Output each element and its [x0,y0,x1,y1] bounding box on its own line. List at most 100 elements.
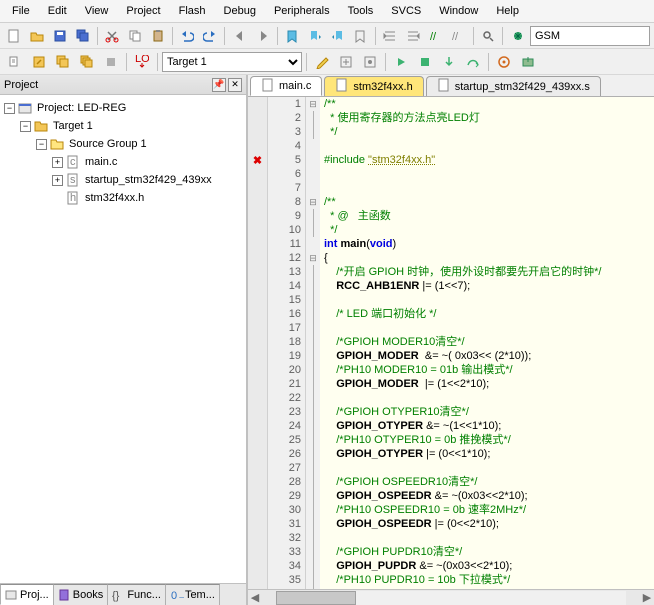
editor-tab[interactable]: stm32f4xx.h [324,76,423,96]
panel-close-button[interactable]: ✕ [228,78,242,92]
code-line[interactable] [324,461,650,475]
file-ext-button[interactable] [335,51,357,73]
menu-edit[interactable]: Edit [40,2,75,20]
code-line[interactable]: */ [324,223,650,237]
tab-functions[interactable]: {}Func... [107,584,166,605]
menu-peripherals[interactable]: Peripherals [266,2,338,20]
fold-margin[interactable]: ⊟⊟⊟ [306,97,320,589]
menu-view[interactable]: View [77,2,117,20]
undo-button[interactable] [177,25,198,47]
find-button[interactable] [478,25,499,47]
new-button[interactable] [4,25,25,47]
collapse-icon[interactable]: − [36,139,47,150]
save-button[interactable] [49,25,70,47]
build-button[interactable] [28,51,50,73]
code-line[interactable]: #include "stm32f4xx.h" [324,153,650,167]
redo-button[interactable] [200,25,221,47]
scroll-left-icon[interactable]: ◀ [248,591,262,605]
batch-build-button[interactable] [76,51,98,73]
uncomment-button[interactable]: // [448,25,469,47]
run-button[interactable] [390,51,412,73]
code-line[interactable]: GPIOH_MODER &= ~( 0x03<< (2*10)); [324,349,650,363]
code-line[interactable]: GPIOH_OSPEEDR &= ~(0x03<<2*10); [324,489,650,503]
code-line[interactable]: /*GPIOH PUPDR10清空*/ [324,545,650,559]
code-line[interactable]: GPIOH_OTYPER |= (0<<1*10); [324,447,650,461]
step-into-button[interactable] [438,51,460,73]
code-line[interactable] [324,139,650,153]
code-line[interactable]: /** [324,97,650,111]
editor-tab[interactable]: startup_stm32f429_439xx.s [426,76,601,96]
code-text[interactable]: /** * 使用寄存器的方法点亮LED灯 */ #include "stm32f4… [320,97,654,589]
code-line[interactable] [324,531,650,545]
menu-tools[interactable]: Tools [340,2,382,20]
menu-flash[interactable]: Flash [171,2,214,20]
step-button[interactable] [414,51,436,73]
copy-button[interactable] [125,25,146,47]
comment-button[interactable]: // [425,25,446,47]
code-line[interactable]: /*GPIOH OTYPER10清空*/ [324,405,650,419]
code-line[interactable]: RCC_AHB1ENR |= (1<<7); [324,279,650,293]
project-tree[interactable]: − Project: LED-REG − Target 1 − Source G… [0,95,246,583]
menu-file[interactable]: File [4,2,38,20]
save-all-button[interactable] [72,25,93,47]
cut-button[interactable] [102,25,123,47]
code-line[interactable]: /*开启 GPIOH 时钟，使用外设时都要先开启它的时钟*/ [324,265,650,279]
open-button[interactable] [27,25,48,47]
bookmark-clear-button[interactable] [350,25,371,47]
nav-forward-button[interactable] [252,25,273,47]
search-input[interactable] [530,26,650,46]
code-line[interactable] [324,181,650,195]
code-line[interactable]: * @ 主函数 [324,209,650,223]
pack-button[interactable] [517,51,539,73]
code-line[interactable] [324,321,650,335]
debug-icon[interactable] [507,25,528,47]
code-line[interactable]: /*PH10 OTYPER10 = 0b 推挽模式*/ [324,433,650,447]
code-line[interactable]: */ [324,125,650,139]
bookmark-button[interactable] [282,25,303,47]
code-editor[interactable]: ✖ 12345678910111213141516171819202122232… [248,97,654,589]
target-options-button[interactable] [311,51,333,73]
paste-button[interactable] [147,25,168,47]
scroll-thumb[interactable] [276,591,356,605]
expand-icon[interactable]: + [52,157,63,168]
menu-svcs[interactable]: SVCS [383,2,429,20]
scroll-right-icon[interactable]: ▶ [640,591,654,605]
code-line[interactable]: /*GPIOH MODER10清空*/ [324,335,650,349]
step-over-button[interactable] [462,51,484,73]
code-line[interactable]: * 使用寄存器的方法点亮LED灯 [324,111,650,125]
expand-icon[interactable]: + [52,175,63,186]
stop-build-button[interactable] [100,51,122,73]
code-line[interactable] [324,391,650,405]
editor-tab[interactable]: main.c [250,76,322,96]
download-button[interactable]: LOAD [131,51,153,73]
error-marker-icon[interactable]: ✖ [248,153,267,167]
menu-help[interactable]: Help [488,2,527,20]
horizontal-scrollbar[interactable]: ◀ ▶ [248,589,654,605]
tree-target[interactable]: − Target 1 [0,117,246,135]
scroll-track[interactable] [276,591,626,605]
bookmark-next-button[interactable] [327,25,348,47]
code-line[interactable]: { [324,251,650,265]
bookmark-prev-button[interactable] [305,25,326,47]
translate-button[interactable] [4,51,26,73]
tree-file[interactable]: + s startup_stm32f429_439xx [0,171,246,189]
rebuild-button[interactable] [52,51,74,73]
code-line[interactable]: GPIOH_OTYPER &= ~(1<<1*10); [324,419,650,433]
code-line[interactable] [324,167,650,181]
tree-root[interactable]: − Project: LED-REG [0,99,246,117]
code-line[interactable]: /** [324,195,650,209]
menu-project[interactable]: Project [118,2,168,20]
code-line[interactable]: /*PH10 MODER10 = 01b 输出模式*/ [324,363,650,377]
menu-window[interactable]: Window [431,2,486,20]
code-line[interactable] [324,293,650,307]
tree-file[interactable]: h stm32f4xx.h [0,189,246,207]
tree-group[interactable]: − Source Group 1 [0,135,246,153]
code-line[interactable]: /*PH10 PUPDR10 = 10b 下拉模式*/ [324,573,650,587]
tab-project[interactable]: Proj... [0,584,54,605]
collapse-icon[interactable]: − [4,103,15,114]
manage-button[interactable] [359,51,381,73]
fold-collapse-icon[interactable]: ⊟ [306,195,320,209]
target-select[interactable]: Target 1 [162,52,302,72]
outdent-button[interactable] [402,25,423,47]
code-line[interactable]: GPIOH_OSPEEDR |= (0<<2*10); [324,517,650,531]
